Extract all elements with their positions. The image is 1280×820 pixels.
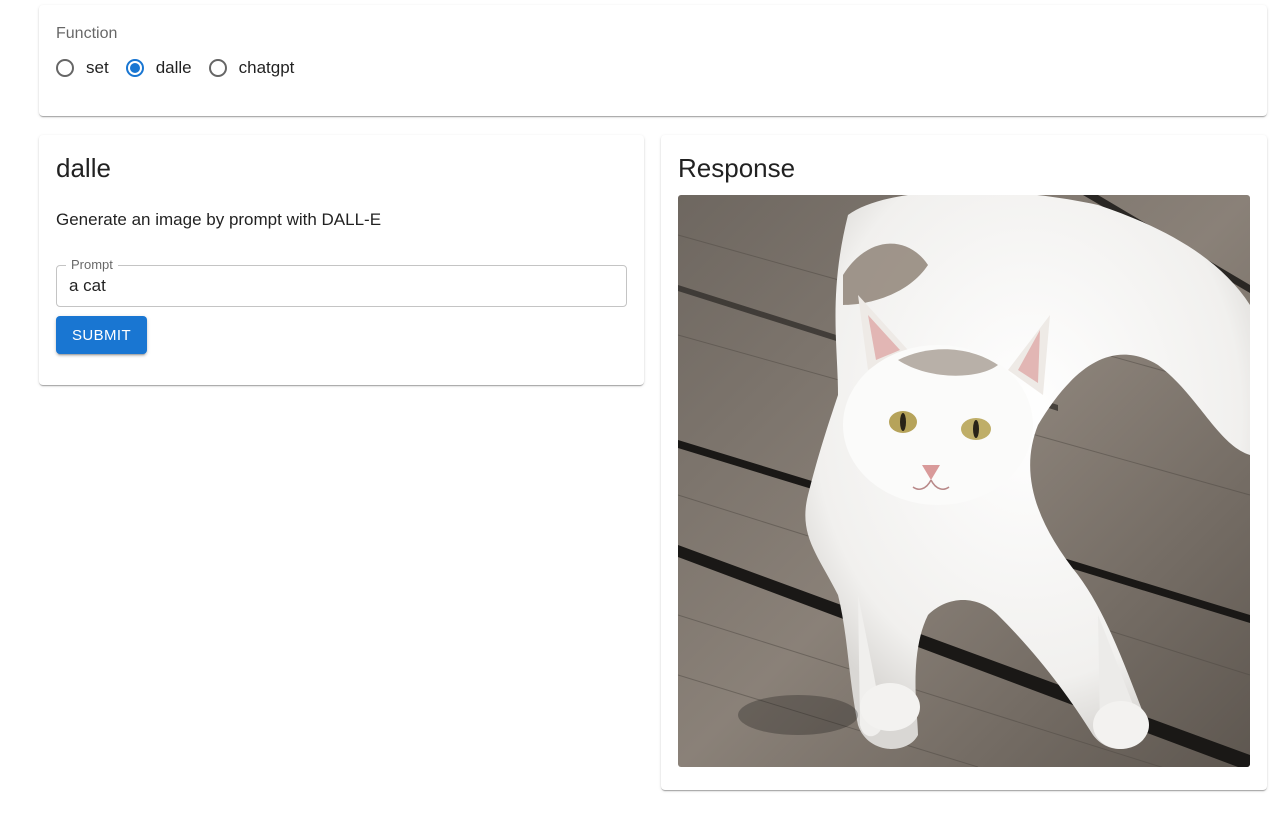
radio-option-set[interactable]: set — [56, 58, 109, 78]
radio-option-dalle[interactable]: dalle — [125, 58, 192, 78]
radio-set-icon[interactable] — [56, 59, 74, 77]
dalle-form-card: dalle Generate an image by prompt with D… — [39, 135, 644, 385]
prompt-field: Prompt — [56, 258, 627, 307]
radio-option-chatgpt[interactable]: chatgpt — [208, 58, 295, 78]
form-description: Generate an image by prompt with DALL-E — [56, 210, 382, 229]
response-title: Response — [678, 153, 796, 183]
cat-photo-icon — [678, 195, 1250, 767]
prompt-input[interactable] — [69, 266, 609, 306]
response-card: Response — [661, 135, 1267, 790]
response-image — [678, 195, 1250, 767]
radio-chatgpt-label: chatgpt — [238, 58, 295, 77]
submit-button[interactable]: SUBMIT — [56, 316, 147, 354]
radio-dalle-label: dalle — [155, 58, 192, 77]
radio-chatgpt-icon[interactable] — [208, 59, 227, 77]
function-selector-card: Function set dalle chatgpt — [39, 5, 1267, 116]
radio-dalle-icon[interactable] — [125, 59, 144, 77]
function-radio-group: set dalle chatgpt — [56, 58, 1250, 78]
radio-set-label: set — [86, 58, 109, 77]
function-legend: Function — [56, 25, 118, 42]
form-title: dalle — [56, 153, 111, 183]
